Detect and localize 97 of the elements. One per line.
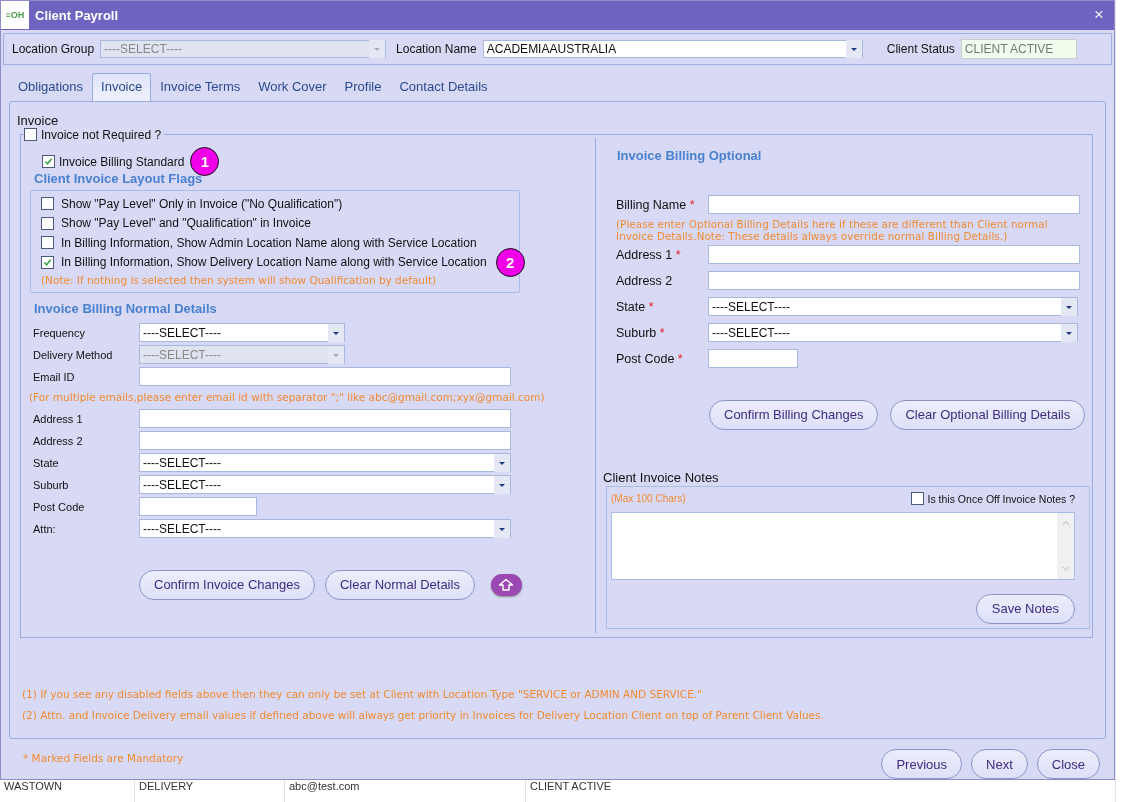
section-title: Invoice Billing Normal Details xyxy=(34,300,218,316)
field-label: Frequency xyxy=(32,326,86,339)
scrollbar[interactable] xyxy=(1057,512,1074,579)
tab[interactable]: Obligations xyxy=(9,72,93,101)
dropdown[interactable]: ----SELECT---- xyxy=(139,323,345,343)
scroll-up-icon[interactable] xyxy=(1060,518,1071,527)
dropdown[interactable]: ----SELECT---- xyxy=(139,453,511,473)
caret-icon xyxy=(1061,297,1077,316)
checkbox[interactable] xyxy=(42,155,55,169)
tab[interactable]: Profile xyxy=(335,72,391,101)
save-notes-button[interactable]: Save Notes xyxy=(975,593,1075,624)
field-label: Attn: xyxy=(32,522,57,535)
field-label: Suburb * xyxy=(615,325,666,340)
checkbox-label: Show "Pay Level" Only in Invoice ("No Qualification") xyxy=(61,196,343,211)
checkbox[interactable] xyxy=(41,236,54,250)
field-label: Location Name xyxy=(396,41,477,56)
checkbox-label: In Billing Information, Show Delivery Location Name along with Service Location xyxy=(61,255,487,270)
status-field[interactable]: CLIENT ACTIVE xyxy=(960,38,1077,59)
nav-button[interactable]: Close xyxy=(1036,749,1100,779)
section-title: Client Invoice Notes xyxy=(603,469,720,485)
action-button[interactable]: Confirm Billing Changes xyxy=(709,399,879,430)
checkbox-label: Invoice Billing Standard xyxy=(59,154,185,169)
text-field[interactable] xyxy=(708,349,798,369)
field-label: Email ID xyxy=(32,370,76,383)
field-label: State * xyxy=(615,299,655,314)
table-cell-text: WASTOWN xyxy=(3,780,64,794)
text-field[interactable] xyxy=(708,245,1080,265)
caret-icon xyxy=(494,475,510,494)
dropdown[interactable]: ----SELECT---- xyxy=(139,475,511,495)
hint-text: (Max 100 Chars) xyxy=(611,493,686,505)
checkbox[interactable] xyxy=(41,255,54,269)
field-label: Post Code xyxy=(32,500,86,513)
text-field[interactable] xyxy=(139,431,511,451)
action-button[interactable]: Clear Optional Billing Details xyxy=(890,399,1086,430)
section-title: Invoice xyxy=(17,112,60,128)
checkbox-label: Show "Pay Level" and "Qualification" in Invoice xyxy=(61,216,311,231)
dropdown[interactable]: ----SELECT---- xyxy=(708,297,1078,317)
note-text: (Note: If nothing is selected then system will show Qualification by default) xyxy=(41,273,438,286)
field-label: Address 1 xyxy=(32,412,84,425)
text-field[interactable] xyxy=(139,409,511,429)
checkbox[interactable] xyxy=(24,128,37,142)
section-title: Invoice Billing Optional xyxy=(617,147,763,163)
scroll-down-icon[interactable] xyxy=(1060,564,1071,573)
dropdown[interactable]: ACADEMIAAUSTRALIA xyxy=(482,39,863,58)
caret-icon xyxy=(1061,323,1077,342)
checkbox[interactable] xyxy=(41,216,54,230)
caret-icon xyxy=(328,323,344,342)
home-arrow-icon xyxy=(498,577,515,592)
scroll-up-button[interactable] xyxy=(490,573,522,596)
table-cell: CLIENT ACTIVE xyxy=(525,780,660,802)
caret-icon xyxy=(494,519,510,538)
nav-button[interactable]: Previous xyxy=(881,749,962,779)
table-cell: DELIVERY xyxy=(134,780,284,802)
checkbox-label: In Billing Information, Show Admin Location Name along with Service Location xyxy=(61,235,477,250)
text-field[interactable] xyxy=(708,271,1080,291)
field-label: Address 2 xyxy=(32,434,84,447)
field-label: Location Group xyxy=(12,41,95,56)
field-label: Post Code * xyxy=(615,351,684,366)
window-title: Client Payroll xyxy=(35,7,120,23)
step-marker: 2 xyxy=(495,247,525,277)
text-field[interactable] xyxy=(708,195,1080,215)
text-field[interactable] xyxy=(139,497,257,517)
text-field[interactable] xyxy=(139,367,511,387)
nav-button[interactable]: Next xyxy=(971,749,1028,779)
tab[interactable]: Invoice Terms xyxy=(151,72,250,101)
dropdown[interactable]: ----SELECT---- xyxy=(708,323,1078,343)
caret-icon xyxy=(328,345,344,364)
field-label: Suburb xyxy=(32,478,70,491)
step-marker: 1 xyxy=(190,147,220,177)
checkbox-label: Is this Once Off Invoice Notes ? xyxy=(927,492,1075,505)
hint-text: (Please enter Optional Billing Details here if these are different than Client normal Invoice Details.Note: These details always override normal Billing Details.) xyxy=(616,217,1049,242)
table-cell: abc@test.com xyxy=(284,780,525,802)
footnote-text: (1) If you see any disabled fields above then they can only be set at Client with Location Type "SERVICE or ADMIN AND SERVICE." xyxy=(22,687,703,700)
action-button[interactable]: Confirm Invoice Changes xyxy=(139,569,315,600)
dropdown[interactable]: ----SELECT---- xyxy=(139,519,511,539)
field-label: Address 1 * xyxy=(615,247,682,262)
notes-field[interactable] xyxy=(611,511,1075,580)
field-label: Address 2 xyxy=(615,273,674,288)
checkbox-label: Invoice not Required ? xyxy=(41,127,162,142)
caret-icon xyxy=(845,39,862,58)
hint-text: (For multiple emails,please enter email id with separator ";" like abc@gmail.com;xyx@gmail.com) xyxy=(29,389,546,405)
caret-icon xyxy=(369,39,386,58)
tab[interactable]: Work Cover xyxy=(249,72,336,101)
field-label: Delivery Method xyxy=(32,348,114,361)
mandatory-note: * Marked Fields are Mandatory xyxy=(23,752,184,764)
caret-icon xyxy=(494,453,510,472)
close-button[interactable]: × xyxy=(1092,5,1106,26)
action-button[interactable]: Clear Normal Details xyxy=(324,569,475,600)
footnote-text: (2) Attn. and Invoice Delivery email values if defined above will always get priority in Invoices for Delivery Location Client on top of Parent Client Values. xyxy=(22,708,825,721)
checkbox[interactable] xyxy=(910,492,924,506)
field-label: Client Status xyxy=(886,41,955,56)
tab[interactable]: Invoice xyxy=(92,72,152,101)
tab[interactable]: Contact Details xyxy=(390,72,497,101)
app-logo: ≡OH xyxy=(1,1,29,30)
field-label: Billing Name * xyxy=(615,197,696,212)
checkbox[interactable] xyxy=(41,197,54,211)
field-label: State xyxy=(32,456,60,469)
